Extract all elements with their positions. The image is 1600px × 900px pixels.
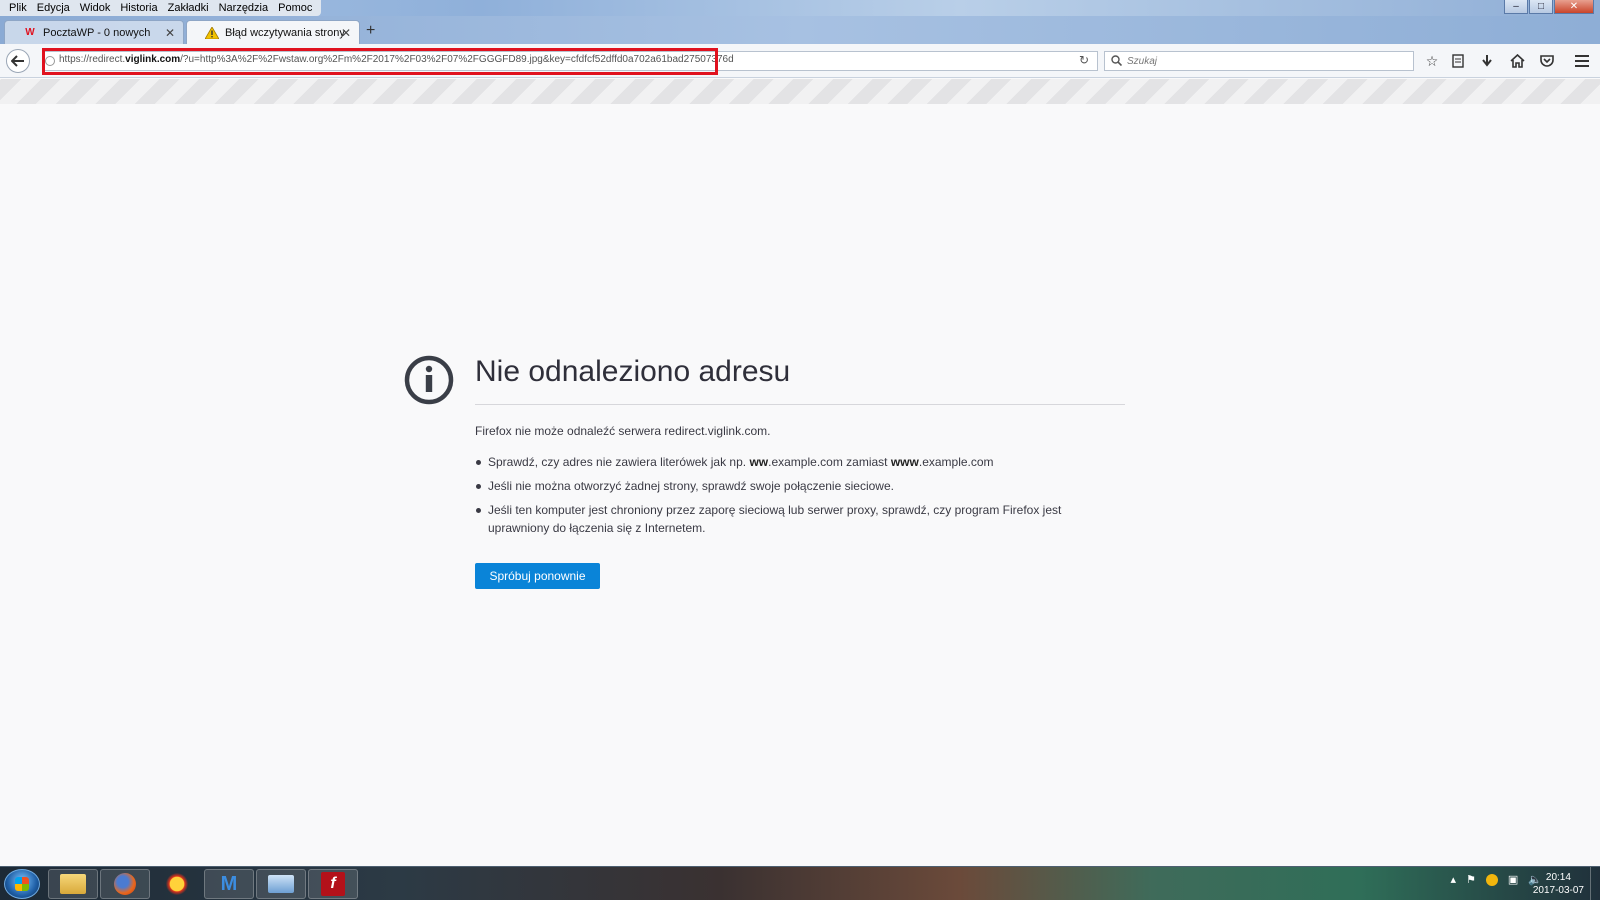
reload-icon[interactable]: ↻ — [1079, 53, 1089, 67]
tab-poczta-wp[interactable]: W PocztaWP - 0 nowych ✕ — [4, 20, 184, 44]
flash-icon: f — [321, 872, 345, 896]
pocket-icon[interactable] — [1539, 53, 1555, 69]
chevron-up-icon[interactable]: ▴ — [1450, 873, 1456, 886]
taskbar-explorer[interactable] — [48, 869, 98, 899]
flag-icon[interactable]: ⚑ — [1466, 873, 1476, 886]
info-icon — [404, 355, 454, 405]
list-item: Jeśli nie można otworzyć żadnej strony, … — [475, 477, 1115, 495]
windows-logo-icon — [15, 877, 29, 891]
list-item: Sprawdź, czy adres nie zawiera literówek… — [475, 453, 1115, 471]
window-controls: – □ ✕ — [1503, 0, 1594, 14]
list-item: Jeśli ten komputer jest chroniony przez … — [475, 501, 1115, 537]
warning-icon — [205, 26, 219, 39]
taskbar: M f ▴ ⚑ ▣ 🔈 20:14 2017-03-07 — [0, 866, 1600, 900]
menu-edit[interactable]: Edycja — [32, 0, 75, 16]
back-button[interactable] — [6, 49, 30, 73]
close-icon[interactable]: ✕ — [341, 26, 351, 40]
system-tray: ▴ ⚑ ▣ 🔈 — [1450, 873, 1542, 886]
error-title: Nie odnaleziono adresu — [475, 355, 791, 388]
new-tab-button[interactable]: + — [366, 22, 375, 40]
search-bar[interactable]: Szukaj — [1104, 51, 1414, 71]
close-icon[interactable]: ✕ — [165, 26, 175, 40]
search-icon — [1111, 55, 1122, 66]
clock[interactable]: 20:14 2017-03-07 — [1533, 871, 1584, 897]
taskbar-sun-app[interactable] — [152, 869, 202, 899]
menu-tools[interactable]: Narzędzia — [214, 0, 274, 16]
tab-label: Błąd wczytywania strony — [225, 26, 345, 39]
folder-icon — [60, 874, 86, 894]
hamburger-menu-icon[interactable] — [1574, 53, 1590, 69]
update-icon[interactable] — [1485, 873, 1498, 886]
close-window-button[interactable]: ✕ — [1554, 0, 1594, 14]
clock-time: 20:14 — [1545, 872, 1571, 883]
menu-bar: Plik Edycja Widok Historia Zakładki Narz… — [0, 0, 322, 16]
start-button[interactable] — [4, 869, 40, 899]
title-divider — [475, 404, 1125, 405]
title-bar: Plik Edycja Widok Historia Zakładki Narz… — [0, 0, 1600, 16]
suggestion-list: Sprawdź, czy adres nie zawiera literówek… — [475, 453, 1115, 543]
reading-list-icon[interactable] — [1450, 53, 1466, 69]
arrow-left-icon — [11, 55, 24, 67]
menu-view[interactable]: Widok — [75, 0, 116, 16]
error-description: Firefox nie może odnaleźć serwera redire… — [475, 424, 771, 438]
tab-error-page[interactable]: Błąd wczytywania strony ✕ — [186, 20, 360, 44]
sun-icon — [166, 873, 188, 895]
control-panel-icon — [268, 875, 294, 893]
offline-stripe — [0, 79, 1600, 104]
taskbar-control-panel[interactable] — [256, 869, 306, 899]
show-desktop-button[interactable] — [1590, 867, 1600, 900]
try-again-button[interactable]: Spróbuj ponownie — [475, 563, 600, 589]
search-placeholder: Szukaj — [1127, 56, 1158, 67]
wp-logo-icon: W — [25, 27, 35, 38]
clock-date: 2017-03-07 — [1532, 885, 1584, 896]
download-icon[interactable] — [1479, 53, 1495, 69]
minimize-button[interactable]: – — [1504, 0, 1528, 14]
menu-file[interactable]: Plik — [4, 0, 32, 16]
url-highlight-box — [42, 48, 718, 75]
taskbar-flash[interactable]: f — [308, 869, 358, 899]
menu-help[interactable]: Pomoc — [273, 0, 317, 16]
firefox-icon — [114, 873, 136, 895]
taskbar-malwarebytes[interactable]: M — [204, 869, 254, 899]
maximize-button[interactable]: □ — [1529, 0, 1553, 14]
tab-strip: W PocztaWP - 0 nowych ✕ Błąd wczytywania… — [0, 16, 1600, 44]
taskbar-firefox[interactable] — [100, 869, 150, 899]
navigation-bar: https://redirect.viglink.com/?u=http%3A%… — [0, 44, 1600, 78]
malwarebytes-icon: M — [220, 872, 238, 895]
home-icon[interactable] — [1509, 53, 1525, 69]
tab-label: PocztaWP - 0 nowych — [43, 26, 151, 39]
bookmark-star-icon[interactable]: ☆ — [1424, 53, 1440, 69]
network-icon[interactable]: ▣ — [1508, 873, 1518, 886]
menu-history[interactable]: Historia — [115, 0, 162, 16]
menu-bookmarks[interactable]: Zakładki — [163, 0, 214, 16]
